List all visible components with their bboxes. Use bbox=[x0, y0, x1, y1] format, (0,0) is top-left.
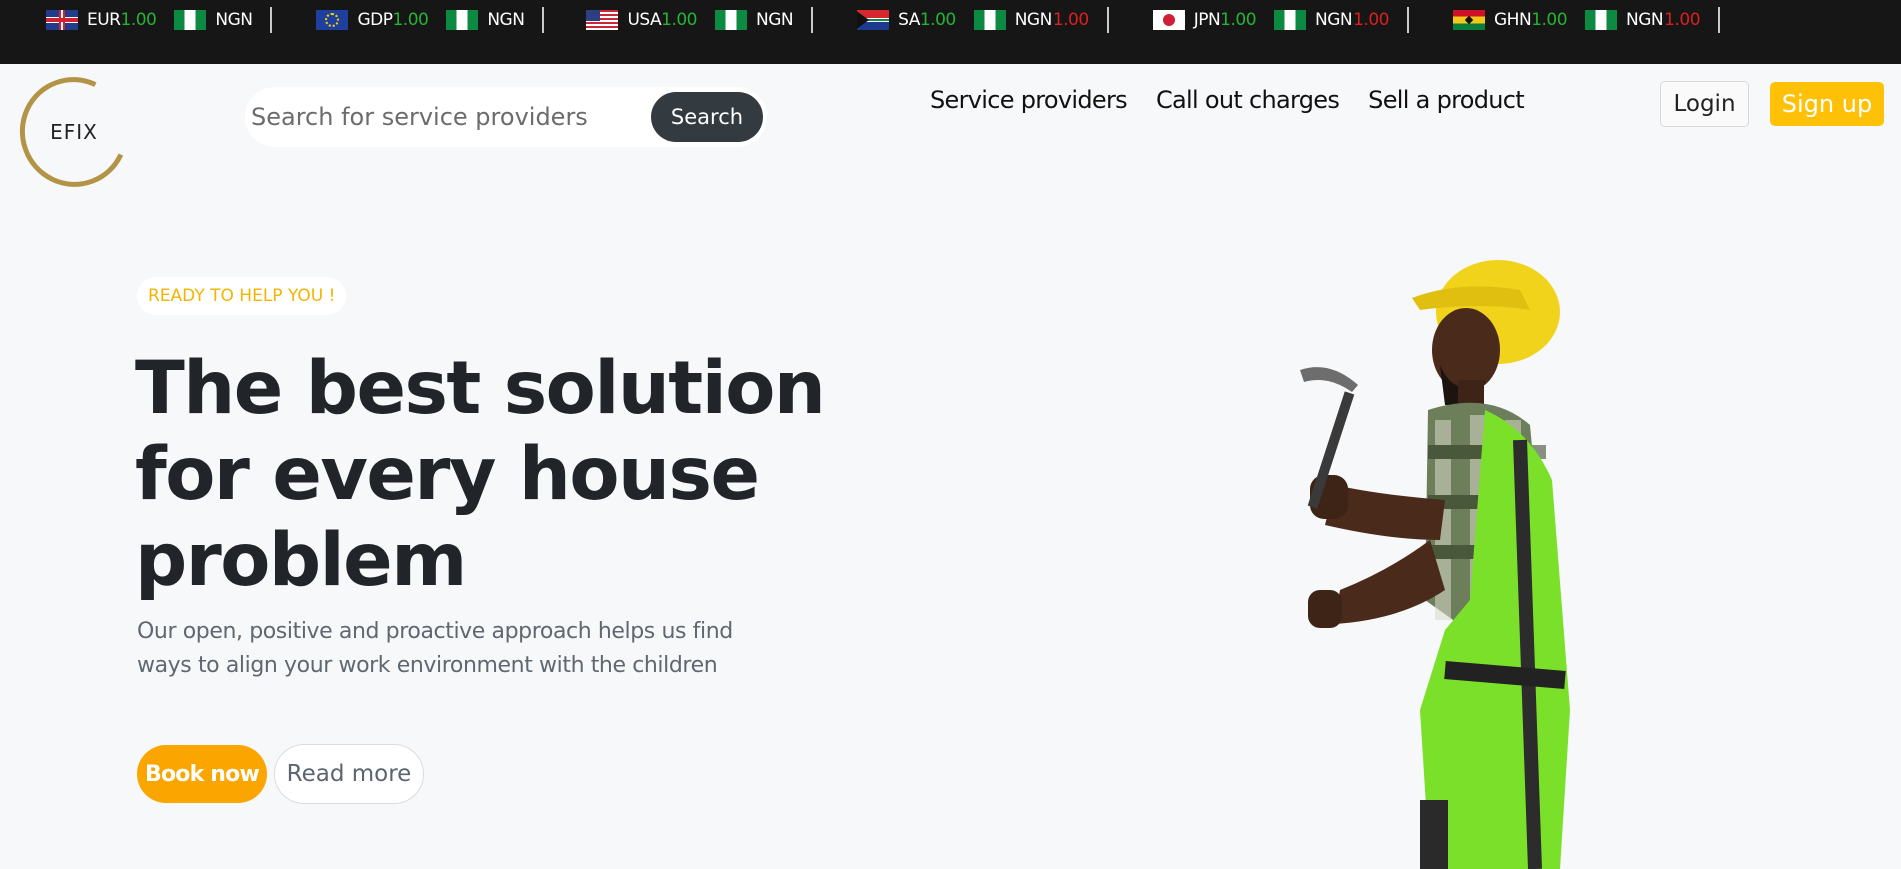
worker-with-hammer-image bbox=[1300, 260, 1570, 869]
ticker-value: 1.00 bbox=[1531, 10, 1568, 30]
hero-title-line: problem bbox=[135, 518, 467, 603]
ticker-divider bbox=[270, 7, 273, 33]
logo-text: EFIX bbox=[50, 120, 98, 144]
hero-title: The best solution for every house proble… bbox=[135, 346, 835, 604]
efix-logo[interactable]: EFIX bbox=[4, 61, 144, 203]
ticker-code: NGN bbox=[1315, 10, 1353, 30]
japan-flag-icon bbox=[1152, 10, 1185, 30]
search-bar: Search bbox=[245, 87, 767, 147]
hero-subtitle-line: Our open, positive and proactive approac… bbox=[137, 619, 733, 644]
ticker-value: 1.00 bbox=[392, 10, 429, 30]
ticker-value: 1.00 bbox=[1664, 10, 1701, 30]
ticker-value: 1.00 bbox=[1353, 10, 1389, 30]
ticker-code: EUR bbox=[87, 10, 121, 30]
signup-button[interactable]: Sign up bbox=[1770, 82, 1884, 126]
ticker-item: JPN 1.00 NGN 1.00 bbox=[1152, 10, 1389, 30]
ticker-item: EUR 1.00 NGN bbox=[46, 10, 253, 30]
ticker-code: GHN bbox=[1494, 10, 1532, 30]
ticker-item: SA 1.00 NGN 1.00 bbox=[857, 10, 1089, 30]
ticker-code: JPN bbox=[1193, 10, 1221, 30]
main-nav: Service providers Call out charges Sell … bbox=[930, 86, 1525, 114]
nav-sell-a-product[interactable]: Sell a product bbox=[1368, 86, 1525, 114]
ticker-code: NGN bbox=[487, 10, 525, 30]
us-flag-icon bbox=[586, 10, 619, 30]
ticker-row: EUR 1.00 NGN GDP 1.00 NGN USA 1.00 NGN S… bbox=[0, 7, 1738, 33]
ticker-item: GDP 1.00 NGN bbox=[316, 10, 525, 30]
ticker-value: 1.00 bbox=[661, 10, 697, 30]
eu-flag-icon bbox=[316, 10, 349, 30]
ticker-code: GDP bbox=[357, 10, 393, 30]
ticker-value: 1.00 bbox=[120, 10, 157, 30]
ticker-code: NGN bbox=[1626, 10, 1664, 30]
ticker-value: 1.00 bbox=[1052, 10, 1089, 30]
ticker-divider bbox=[1106, 7, 1109, 33]
ticker-code: USA bbox=[627, 10, 662, 30]
nigeria-flag-icon bbox=[1274, 10, 1307, 30]
ticker-value: 1.00 bbox=[919, 10, 956, 30]
read-more-button[interactable]: Read more bbox=[274, 744, 424, 804]
search-input[interactable] bbox=[251, 97, 631, 137]
ghana-flag-icon bbox=[1453, 10, 1485, 30]
ticker-value: 1.00 bbox=[1220, 10, 1257, 30]
ticker-divider bbox=[1718, 7, 1721, 33]
nigeria-flag-icon bbox=[973, 10, 1006, 30]
hero-title-line: The best solution bbox=[135, 346, 826, 431]
ticker-code: SA bbox=[898, 10, 920, 30]
nigeria-flag-icon bbox=[174, 10, 207, 30]
ticker-item: USA 1.00 NGN bbox=[586, 10, 794, 30]
hero-subtitle: Our open, positive and proactive approac… bbox=[137, 615, 797, 683]
search-button[interactable]: Search bbox=[651, 92, 763, 142]
login-button[interactable]: Login bbox=[1660, 81, 1749, 127]
ticker-code: NGN bbox=[1014, 10, 1053, 30]
hero-title-line: for every house bbox=[135, 432, 760, 517]
hero-subtitle-line: ways to align your work environment with… bbox=[137, 653, 718, 678]
ticker-divider bbox=[811, 7, 814, 33]
currency-ticker: EUR 1.00 NGN GDP 1.00 NGN USA 1.00 NGN S… bbox=[0, 0, 1901, 64]
ticker-divider bbox=[1407, 7, 1409, 33]
nigeria-flag-icon bbox=[715, 10, 747, 30]
south-africa-flag-icon bbox=[857, 10, 890, 30]
ticker-divider bbox=[542, 7, 545, 33]
ticker-code: NGN bbox=[215, 10, 253, 30]
uk-flag-icon bbox=[46, 10, 78, 30]
hero-badge: READY TO HELP YOU ! bbox=[137, 277, 347, 315]
nigeria-flag-icon bbox=[446, 10, 479, 30]
ticker-item: GHN 1.00 NGN 1.00 bbox=[1453, 10, 1701, 30]
book-now-button[interactable]: Book now bbox=[137, 745, 267, 803]
ticker-code: NGN bbox=[756, 10, 794, 30]
nigeria-flag-icon bbox=[1585, 10, 1618, 30]
nav-service-providers[interactable]: Service providers bbox=[930, 86, 1128, 114]
nav-call-out-charges[interactable]: Call out charges bbox=[1156, 86, 1340, 114]
